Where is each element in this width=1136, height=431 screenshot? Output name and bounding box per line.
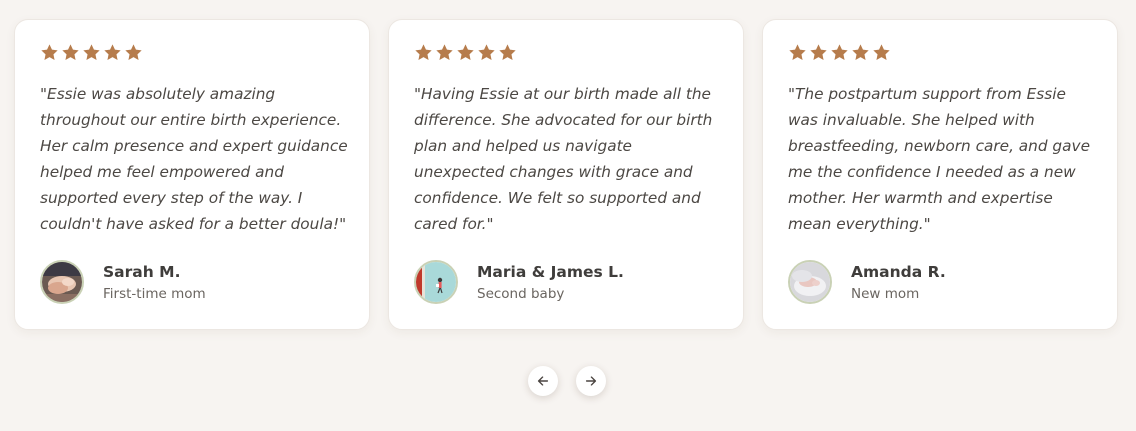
testimonial-quote: "Essie was absolutely amazing throughout…: [40, 85, 348, 233]
couple-photo-avatar: [414, 260, 458, 304]
testimonial-author: Sarah M. First-time mom: [40, 260, 206, 304]
author-name: Maria & James L.: [477, 262, 624, 281]
newborn-photo-avatar: [788, 260, 832, 304]
star-icon: [82, 43, 101, 62]
next-button[interactable]: [576, 366, 606, 396]
author-role: Second baby: [477, 285, 565, 302]
author-name: Sarah M.: [103, 262, 181, 281]
testimonial-card: "Essie was absolutely amazing throughout…: [14, 19, 370, 330]
arrow-left-icon: [536, 374, 550, 388]
previous-button[interactable]: [528, 366, 558, 396]
testimonial-author: Maria & James L. Second baby: [414, 260, 624, 304]
testimonial-card: "The postpartum support from Essie was i…: [762, 19, 1118, 330]
testimonials-carousel: "Essie was absolutely amazing throughout…: [0, 0, 1136, 431]
author-role: New mom: [851, 285, 920, 302]
testimonial-quote: "Having Essie at our birth made all the …: [414, 85, 713, 233]
testimonial-card: "Having Essie at our birth made all the …: [388, 19, 744, 330]
testimonial-quote: "The postpartum support from Essie was i…: [788, 85, 1090, 233]
star-icon: [61, 43, 80, 62]
star-icon: [830, 43, 849, 62]
star-icon: [40, 43, 59, 62]
star-icon: [498, 43, 517, 62]
author-role: First-time mom: [103, 285, 206, 302]
star-icon: [456, 43, 475, 62]
star-rating: [788, 43, 891, 62]
arrow-right-icon: [584, 374, 598, 388]
star-icon: [851, 43, 870, 62]
star-rating: [414, 43, 517, 62]
star-icon: [477, 43, 496, 62]
hands-photo-avatar: [40, 260, 84, 304]
star-icon: [788, 43, 807, 62]
author-name: Amanda R.: [851, 262, 946, 281]
star-icon: [124, 43, 143, 62]
star-icon: [809, 43, 828, 62]
star-icon: [103, 43, 122, 62]
testimonials-track: "Essie was absolutely amazing throughout…: [14, 19, 1120, 332]
testimonial-author: Amanda R. New mom: [788, 260, 946, 304]
star-icon: [414, 43, 433, 62]
star-rating: [40, 43, 143, 62]
star-icon: [435, 43, 454, 62]
star-icon: [872, 43, 891, 62]
